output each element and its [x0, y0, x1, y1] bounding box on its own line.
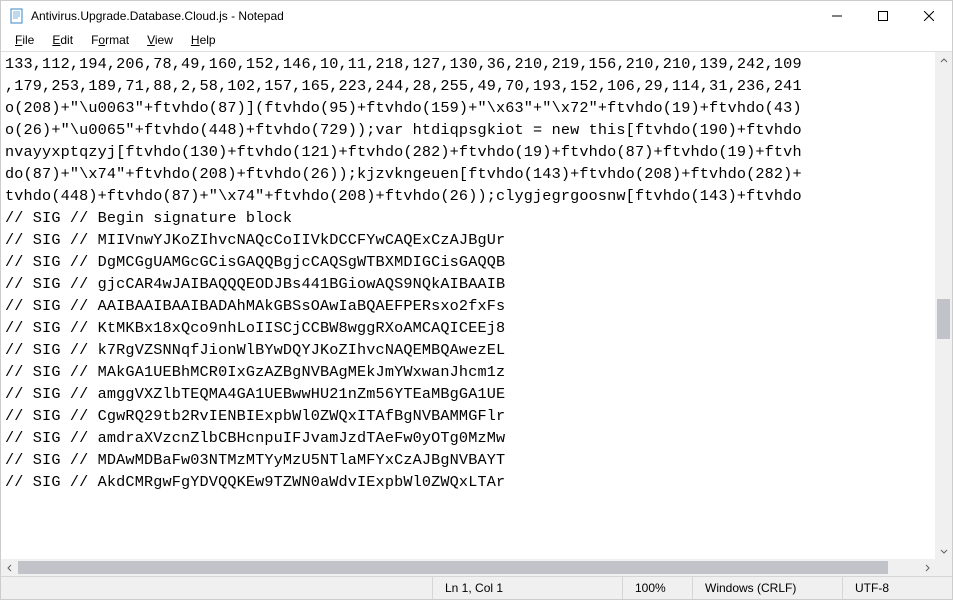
scroll-corner [935, 559, 952, 576]
notepad-icon [9, 8, 25, 24]
close-button[interactable] [906, 1, 952, 31]
vertical-scrollbar[interactable] [935, 52, 952, 559]
horizontal-scroll-thumb[interactable] [18, 561, 888, 574]
menu-help[interactable]: Help [183, 32, 224, 48]
menu-edit[interactable]: Edit [44, 32, 81, 48]
minimize-button[interactable] [814, 1, 860, 31]
scroll-down-arrow-icon[interactable] [935, 542, 952, 559]
menubar: File Edit Format View Help [1, 31, 952, 51]
status-bar: Ln 1, Col 1 100% Windows (CRLF) UTF-8 [1, 576, 952, 599]
vertical-scroll-thumb[interactable] [937, 299, 950, 339]
horizontal-scrollbar[interactable] [1, 559, 935, 576]
horizontal-scroll-track[interactable] [18, 559, 918, 576]
menu-view[interactable]: View [139, 32, 181, 48]
window-title: Antivirus.Upgrade.Database.Cloud.js - No… [31, 9, 814, 23]
status-spacer [1, 577, 432, 599]
status-encoding: UTF-8 [842, 577, 952, 599]
status-zoom: 100% [622, 577, 692, 599]
scroll-right-arrow-icon[interactable] [918, 559, 935, 576]
text-editor[interactable]: 133,112,194,206,78,49,160,152,146,10,11,… [1, 52, 935, 559]
scroll-up-arrow-icon[interactable] [935, 52, 952, 69]
status-line-ending: Windows (CRLF) [692, 577, 842, 599]
menu-file[interactable]: File [7, 32, 42, 48]
vertical-scroll-track[interactable] [935, 69, 952, 542]
menu-format[interactable]: Format [83, 32, 137, 48]
window-controls [814, 1, 952, 31]
scroll-left-arrow-icon[interactable] [1, 559, 18, 576]
editor-area: 133,112,194,206,78,49,160,152,146,10,11,… [1, 51, 952, 576]
status-position: Ln 1, Col 1 [432, 577, 622, 599]
maximize-button[interactable] [860, 1, 906, 31]
titlebar: Antivirus.Upgrade.Database.Cloud.js - No… [1, 1, 952, 31]
